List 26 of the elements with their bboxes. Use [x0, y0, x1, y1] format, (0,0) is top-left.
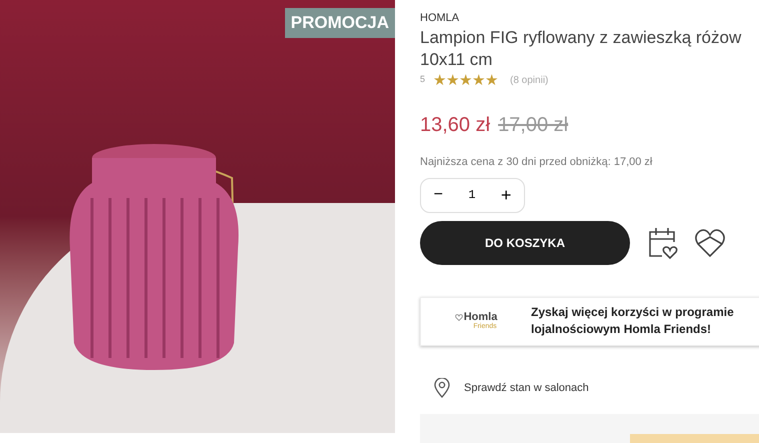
rating-value: 5	[420, 73, 426, 86]
lowest-price-note: Najniższa cena z 30 dni przed obniżką: 17,00 zł	[420, 154, 654, 170]
heart-outline-icon	[454, 314, 463, 322]
sale-price: 13,60 zł	[420, 112, 490, 138]
brand-name: HOMLA	[420, 11, 460, 26]
location-pin-icon	[434, 378, 450, 398]
old-price: 17,00 zł	[498, 112, 568, 138]
loyalty-text: lojalnościowym Homla Friends!	[531, 321, 712, 338]
star-icon: ★	[433, 72, 446, 88]
heart-outline-icon[interactable]	[694, 228, 726, 258]
star-icon: ★	[472, 72, 486, 88]
homla-friends-logo: Homla	[464, 312, 498, 324]
star-icon: ★	[459, 72, 472, 88]
loyalty-text: Zyskaj więcej korzyści w programie	[531, 304, 734, 322]
star-icon: ★	[446, 72, 460, 88]
increase-button[interactable]: +	[500, 182, 512, 209]
calendar-heart-icon[interactable]	[646, 226, 678, 260]
promo-badge: PROMOCJA	[284, 8, 395, 38]
star-icon: ★	[485, 72, 498, 88]
product-title: Lampion FIG ryflowany z zawieszką różow	[420, 26, 742, 48]
store-stock-link[interactable]: Sprawdź stan w salonach	[464, 380, 589, 397]
quantity-value[interactable]: 1	[468, 186, 476, 204]
review-count: (8 opinii)	[510, 74, 548, 88]
product-title: 10x11 cm	[420, 48, 494, 70]
decrease-button[interactable]: −	[434, 183, 443, 208]
add-to-cart-button[interactable]: DO KOSZYKA	[420, 220, 630, 265]
